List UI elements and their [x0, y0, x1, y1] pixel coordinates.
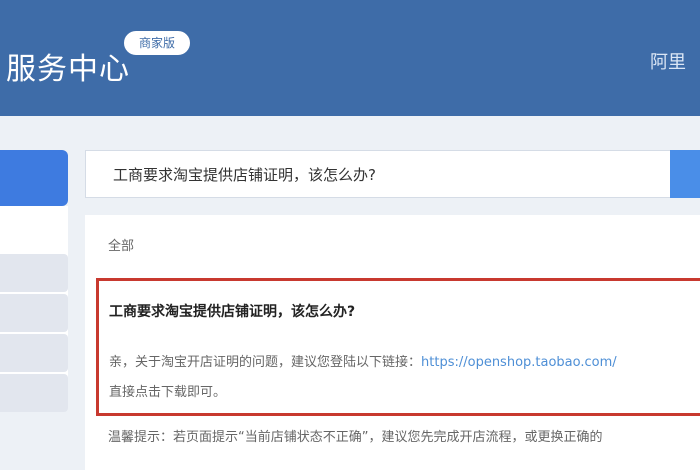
search-query-text: 工商要求淘宝提供店铺证明，该怎么办? [113, 166, 376, 184]
sidebar-item-1[interactable] [0, 254, 68, 292]
merchant-edition-badge[interactable]: 商家版 [124, 31, 190, 55]
page-title: 服务中心 [6, 52, 130, 87]
answer-card: 工商要求淘宝提供店铺证明，该怎么办? 亲，关于淘宝开店证明的问题，建议您登陆以下… [96, 278, 700, 416]
answer-text-prefix: 亲，关于淘宝开店证明的问题，建议您登陆以下链接： [109, 355, 422, 370]
search-input[interactable]: 工商要求淘宝提供店铺证明，该怎么办? [85, 150, 685, 198]
answer-text: 亲，关于淘宝开店证明的问题，建议您登陆以下链接：https://openshop… [109, 351, 617, 370]
tip-text: 温馨提示：若页面提示“当前店铺状态不正确”，建议您先完成开店流程，或更换正确的 [108, 430, 603, 445]
search-button[interactable] [670, 150, 700, 198]
sidebar [0, 150, 68, 470]
sidebar-item-2[interactable] [0, 294, 68, 332]
answer-title[interactable]: 工商要求淘宝提供店铺证明，该怎么办? [109, 301, 355, 321]
answer-text-continued: 直接点击下载即可。 [109, 385, 227, 400]
tab-all[interactable]: 全部 [108, 235, 134, 254]
header-brand-link[interactable]: 阿里 [650, 48, 686, 74]
sidebar-item-3[interactable] [0, 334, 68, 372]
sidebar-item-4[interactable] [0, 374, 68, 412]
sidebar-item-active[interactable] [0, 150, 68, 206]
openshop-link[interactable]: https://openshop.taobao.com/ [421, 355, 617, 370]
header-bar: 服务中心 商家版 阿里 [0, 0, 700, 116]
